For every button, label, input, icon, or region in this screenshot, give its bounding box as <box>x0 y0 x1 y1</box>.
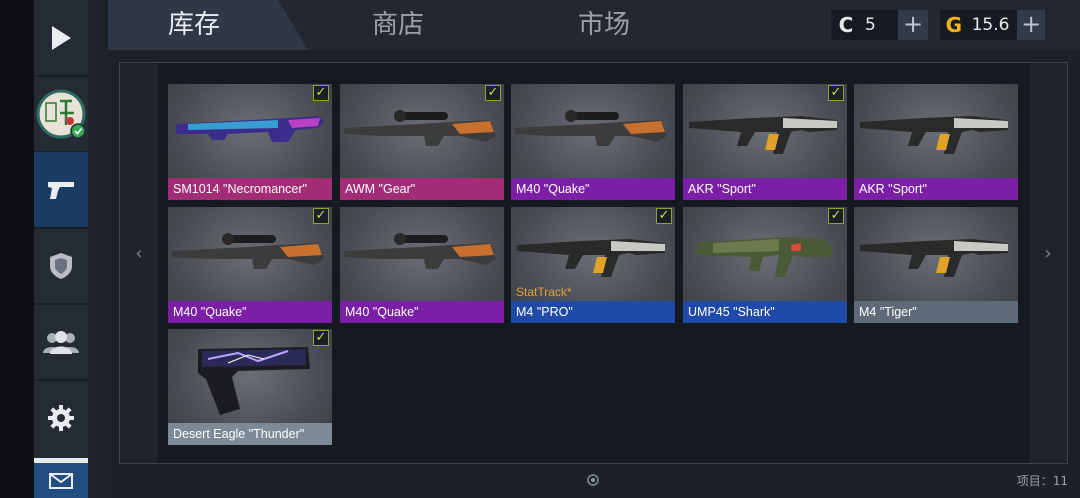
coin-icon: C <box>838 13 854 37</box>
mail-icon <box>49 472 73 489</box>
shotgun-icon <box>176 116 324 142</box>
item-name-label: Desert Eagle "Thunder" <box>168 423 332 445</box>
inventory-item-card[interactable]: M4 "Tiger" <box>854 207 1018 323</box>
page-indicator[interactable] <box>587 474 599 486</box>
tab-market[interactable]: 市场 <box>544 0 664 50</box>
stattrack-label: StatTrack* <box>516 285 572 299</box>
item-name-label: UMP45 "Shark" <box>683 301 847 323</box>
selected-check-icon[interactable]: ✓ <box>828 85 844 101</box>
next-page-button[interactable]: › <box>1029 243 1067 264</box>
smg-icon <box>697 237 833 277</box>
pistol-icon <box>48 182 74 199</box>
add-coins-button[interactable]: + <box>898 10 928 40</box>
mail-button[interactable] <box>34 458 88 498</box>
sniper-rifle-icon <box>344 233 496 269</box>
coins-balance: C 5 + <box>831 10 928 40</box>
item-name-label: AWM "Gear" <box>340 178 504 200</box>
settings-button[interactable] <box>34 380 88 456</box>
sidebar <box>34 0 88 498</box>
top-bar: 库存 商店 市场 C 5 + G 15.6 + <box>108 0 1080 50</box>
selected-check-icon[interactable]: ✓ <box>485 85 501 101</box>
gear-icon <box>48 405 74 431</box>
play-button[interactable] <box>34 0 88 76</box>
inventory-item-card[interactable]: ✓ M40 "Quake" <box>168 207 332 323</box>
item-name-label: SM1014 "Necromancer" <box>168 178 332 200</box>
item-name-label: M40 "Quake" <box>168 301 332 323</box>
prev-page-button[interactable]: ‹ <box>120 243 158 264</box>
screen-edge <box>0 0 34 498</box>
inventory-item-card[interactable]: ✓ UMP45 "Shark" <box>683 207 847 323</box>
play-icon <box>52 26 71 50</box>
inventory-panel: ‹ ✓ SM1014 "Necromancer" ✓ AWM "Gear" M40 "Q… <box>119 62 1068 464</box>
avatar <box>36 89 86 139</box>
inventory-item-card[interactable]: ✓ Desert Eagle "Thunder" <box>168 329 332 445</box>
selected-check-icon[interactable]: ✓ <box>656 208 672 224</box>
gold-icon: G <box>945 13 962 37</box>
item-name-label: M40 "Quake" <box>511 178 675 200</box>
selected-check-icon[interactable]: ✓ <box>313 85 329 101</box>
pistol-icon <box>198 347 310 415</box>
assault-rifle-icon <box>860 116 1008 154</box>
friends-button[interactable] <box>34 304 88 380</box>
weapons-button[interactable] <box>34 152 88 228</box>
item-name-label: M4 "Tiger" <box>854 301 1018 323</box>
assault-rifle-icon <box>689 116 837 154</box>
inventory-item-card[interactable]: AKR "Sport" <box>854 84 1018 200</box>
item-name-label: M40 "Quake" <box>340 301 504 323</box>
shield-icon <box>50 253 72 279</box>
item-name-label: M4 "PRO" <box>511 301 675 323</box>
add-gold-button[interactable]: + <box>1017 10 1045 40</box>
tab-shop[interactable]: 商店 <box>338 0 458 50</box>
tab-inventory[interactable]: 库存 <box>134 0 254 50</box>
sniper-rifle-icon <box>515 110 667 146</box>
sniper-rifle-icon <box>172 233 324 269</box>
inventory-grid: ✓ SM1014 "Necromancer" ✓ AWM "Gear" M40 "Qua… <box>158 63 1030 463</box>
assault-rifle-icon <box>860 239 1008 277</box>
items-count: 项目：11 <box>1016 474 1068 488</box>
profile-avatar-button[interactable] <box>34 76 88 152</box>
inventory-item-card[interactable]: M40 "Quake" <box>511 84 675 200</box>
sniper-rifle-icon <box>344 110 496 146</box>
item-name-label: AKR "Sport" <box>683 178 847 200</box>
selected-check-icon[interactable]: ✓ <box>313 330 329 346</box>
selected-check-icon[interactable]: ✓ <box>313 208 329 224</box>
inventory-item-card[interactable]: ✓ SM1014 "Necromancer" <box>168 84 332 200</box>
inventory-item-card[interactable]: ✓ StatTrack* M4 "PRO" <box>511 207 675 323</box>
item-name-label: AKR "Sport" <box>854 178 1018 200</box>
sidebar-shadow <box>88 0 108 498</box>
friends-icon <box>43 331 79 354</box>
clan-button[interactable] <box>34 228 88 304</box>
gold-value: 15.6 <box>971 15 1010 35</box>
inventory-item-card[interactable]: M40 "Quake" <box>340 207 504 323</box>
inventory-item-card[interactable]: ✓ AWM "Gear" <box>340 84 504 200</box>
inventory-item-card[interactable]: ✓ AKR "Sport" <box>683 84 847 200</box>
gold-balance: G 15.6 + <box>940 10 1045 40</box>
coins-value: 5 <box>865 15 876 35</box>
selected-check-icon[interactable]: ✓ <box>828 208 844 224</box>
